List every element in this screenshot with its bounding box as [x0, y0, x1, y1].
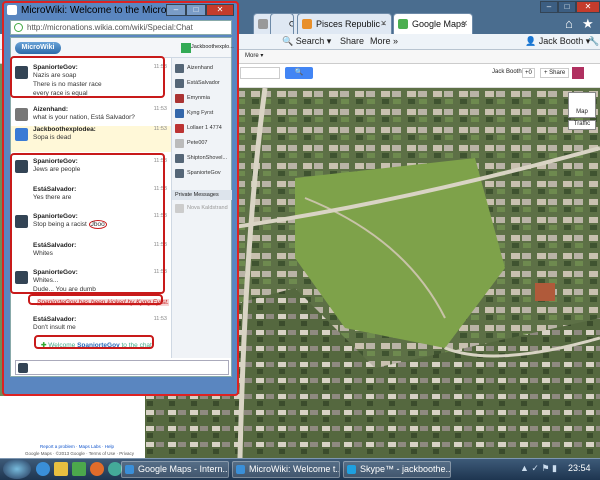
minimize-button[interactable]: –: [540, 1, 558, 13]
avatar: [175, 139, 184, 148]
user-list: Aizenhand EstáSalvador Emynmia Kyng Fyrs…: [171, 58, 232, 358]
user-list-item[interactable]: Pete007: [174, 137, 230, 151]
close-button[interactable]: ✕: [576, 1, 600, 13]
maps-icon: [398, 19, 408, 29]
gbar-share-button[interactable]: + Share: [540, 68, 570, 78]
chat-header: MicroWiki Jackboothexplo...: [11, 38, 234, 58]
chat-message-self: Jackboothexplodea: Sopa is dead 11:53: [11, 126, 171, 152]
avatar: [175, 64, 184, 73]
media-icon[interactable]: [72, 462, 86, 476]
ie-icon[interactable]: [36, 462, 50, 476]
message-input[interactable]: [15, 360, 229, 375]
user-list-item[interactable]: Kyng Fyrst: [174, 107, 230, 121]
taskbar-google-maps[interactable]: Google Maps - Intern...: [121, 461, 229, 478]
avatar: [175, 204, 184, 213]
microwiki-logo[interactable]: MicroWiki: [15, 42, 61, 54]
user-list-item[interactable]: SpaniorteGov: [174, 167, 230, 181]
user-list-item[interactable]: ShiptonShovel...: [174, 152, 230, 166]
avatar: [175, 94, 184, 103]
private-user-item[interactable]: Nova Kaldstrand: [174, 202, 230, 216]
page-icon: [258, 19, 268, 29]
star-icon[interactable]: ★: [582, 16, 594, 32]
plus-one-button[interactable]: +0: [522, 68, 535, 78]
close-button[interactable]: ✕: [206, 4, 234, 16]
private-messages-header: Private Messages: [172, 190, 232, 200]
minimize-button[interactable]: –: [166, 4, 186, 16]
avatar: [175, 169, 184, 178]
map-type-button[interactable]: Map: [568, 92, 596, 118]
annotation-box: [28, 294, 163, 305]
close-icon[interactable]: ✕: [380, 14, 387, 34]
url-field[interactable]: http://micronations.wikia.com/wiki/Speci…: [10, 20, 232, 35]
avatar: [18, 363, 28, 373]
close-icon[interactable]: ✕: [461, 14, 468, 34]
ie-icon: [236, 465, 245, 474]
user-list-item[interactable]: EstáSalvador: [174, 77, 230, 91]
taskbar-microwiki[interactable]: MicroWiki: Welcome t...: [232, 461, 340, 478]
maps-left-panel: Report a problem · Maps Labs · Help Goog…: [0, 396, 145, 458]
account-button[interactable]: 👤 Jack Booth ▾: [525, 36, 590, 47]
tab-google-maps[interactable]: Google Maps ✕: [393, 13, 473, 34]
user-list-item[interactable]: Aizenhand: [174, 62, 230, 76]
wrench-icon[interactable]: 🔧: [588, 36, 599, 47]
avatar[interactable]: [572, 67, 584, 79]
google-bar: 🔍 Jack Booth +0 + Share: [230, 64, 600, 88]
wiki-icon: [302, 19, 312, 29]
annotation-box: [10, 56, 165, 98]
search-button[interactable]: 🔍: [285, 67, 313, 79]
user-list-item[interactable]: Emynmia: [174, 92, 230, 106]
search-toolbar-button[interactable]: 🔍 Search ▾: [282, 36, 331, 47]
chat-message: EstáSalvador: Don't insult me 11:53: [33, 316, 167, 331]
chrome-icon[interactable]: [108, 462, 122, 476]
maps-footer-legal: Google Maps · ©2013 Google · Terms of Us…: [25, 451, 135, 456]
search-input[interactable]: [240, 67, 280, 79]
tray-icons[interactable]: ▲ ✓ ⚑ ▮: [520, 463, 557, 474]
avatar[interactable]: [15, 128, 28, 141]
chat-message: Aizenhand: what is your nation, Está Sal…: [11, 106, 171, 122]
start-button[interactable]: [3, 459, 31, 479]
tab-pisces-republic[interactable]: Pisces Republic - ✕: [297, 13, 392, 34]
firefox-icon[interactable]: [90, 462, 104, 476]
maximize-button[interactable]: □: [558, 1, 576, 13]
more-link[interactable]: More ▾: [245, 52, 263, 59]
window-controls: – □ ✕: [540, 0, 600, 13]
browser-icon: [7, 5, 17, 15]
user-avatar: [181, 43, 191, 53]
home-icon[interactable]: ⌂: [565, 16, 573, 31]
taskbar-skype[interactable]: Skype™ - jackboothe...: [343, 461, 451, 478]
user-list-item[interactable]: Lollaer 1 4774: [174, 122, 230, 136]
more-toolbar-button[interactable]: More »: [370, 36, 398, 46]
globe-icon: [14, 23, 23, 32]
avatar: [175, 154, 184, 163]
gbar-user[interactable]: Jack Booth: [492, 69, 522, 75]
maximize-button[interactable]: □: [186, 4, 206, 16]
avatar: [175, 124, 184, 133]
maps-footer-links[interactable]: Report a problem · Maps Labs · Help: [40, 444, 114, 449]
ie-icon: [125, 465, 134, 474]
skype-icon: [347, 465, 356, 474]
share-toolbar-button[interactable]: Share: [340, 36, 364, 46]
folder-icon[interactable]: [54, 462, 68, 476]
avatar: [175, 109, 184, 118]
reload-icon[interactable]: ⟳: [270, 13, 294, 34]
avatar[interactable]: [15, 108, 28, 121]
avatar: [175, 79, 184, 88]
annotation-box: [34, 335, 154, 349]
traffic-button[interactable]: Traffic: [568, 120, 596, 130]
annotation-box: [10, 153, 165, 294]
clock[interactable]: 23:54: [568, 463, 591, 473]
header-username[interactable]: Jackboothexplo...: [191, 44, 234, 50]
